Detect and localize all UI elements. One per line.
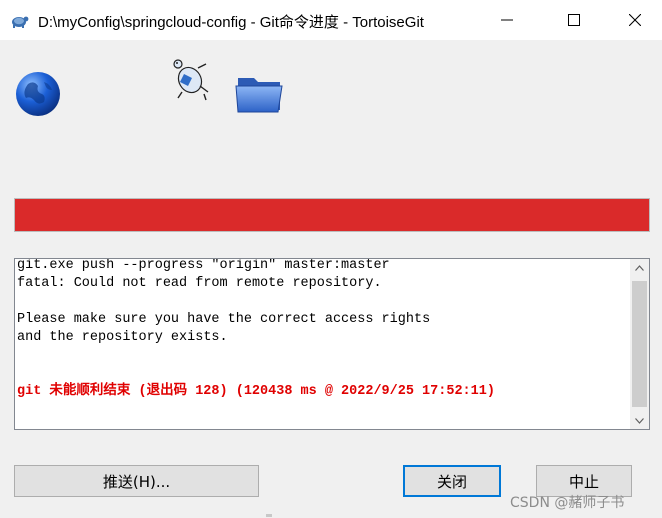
close-button[interactable]: 关闭	[403, 465, 501, 497]
chevron-down-icon	[635, 417, 644, 424]
log-line: fatal: Could not read from remote reposi…	[17, 276, 382, 291]
log-text: git.exe push --progress "origin" master:…	[17, 259, 629, 401]
scroll-down-button[interactable]	[630, 412, 649, 429]
push-button[interactable]: 推送(H)...	[14, 465, 259, 497]
log-line: git.exe push --progress "origin" master:…	[17, 258, 390, 273]
turtle-icon	[173, 59, 209, 101]
scroll-thumb[interactable]	[632, 281, 647, 407]
minimize-button[interactable]	[484, 0, 530, 40]
chevron-up-icon	[635, 264, 644, 271]
progress-bar	[14, 198, 650, 232]
minimize-icon	[501, 19, 513, 21]
scroll-up-button[interactable]	[630, 259, 649, 276]
maximize-button[interactable]	[551, 0, 597, 40]
window-title: D:\myConfig\springcloud-config - Git命令进度…	[38, 14, 424, 31]
globe-icon	[16, 72, 60, 116]
close-window-button[interactable]	[612, 0, 658, 40]
folder-icon	[235, 78, 283, 113]
log-error-line: git 未能顺利结束 (退出码 128) (120438 ms @ 2022/9…	[17, 384, 495, 399]
title-bar: D:\myConfig\springcloud-config - Git命令进度…	[0, 0, 662, 40]
watermark: CSDN @赭师子书	[510, 495, 625, 511]
maximize-icon	[568, 14, 580, 26]
tortoisegit-app-icon	[12, 16, 29, 28]
output-log: git.exe push --progress "origin" master:…	[14, 258, 650, 430]
log-line: Please make sure you have the correct ac…	[17, 312, 431, 327]
close-icon	[629, 14, 641, 26]
resize-grip	[266, 514, 272, 517]
log-scrollbar[interactable]	[630, 259, 649, 429]
log-line: and the repository exists.	[17, 330, 228, 345]
progress-bar-fill	[15, 199, 649, 231]
